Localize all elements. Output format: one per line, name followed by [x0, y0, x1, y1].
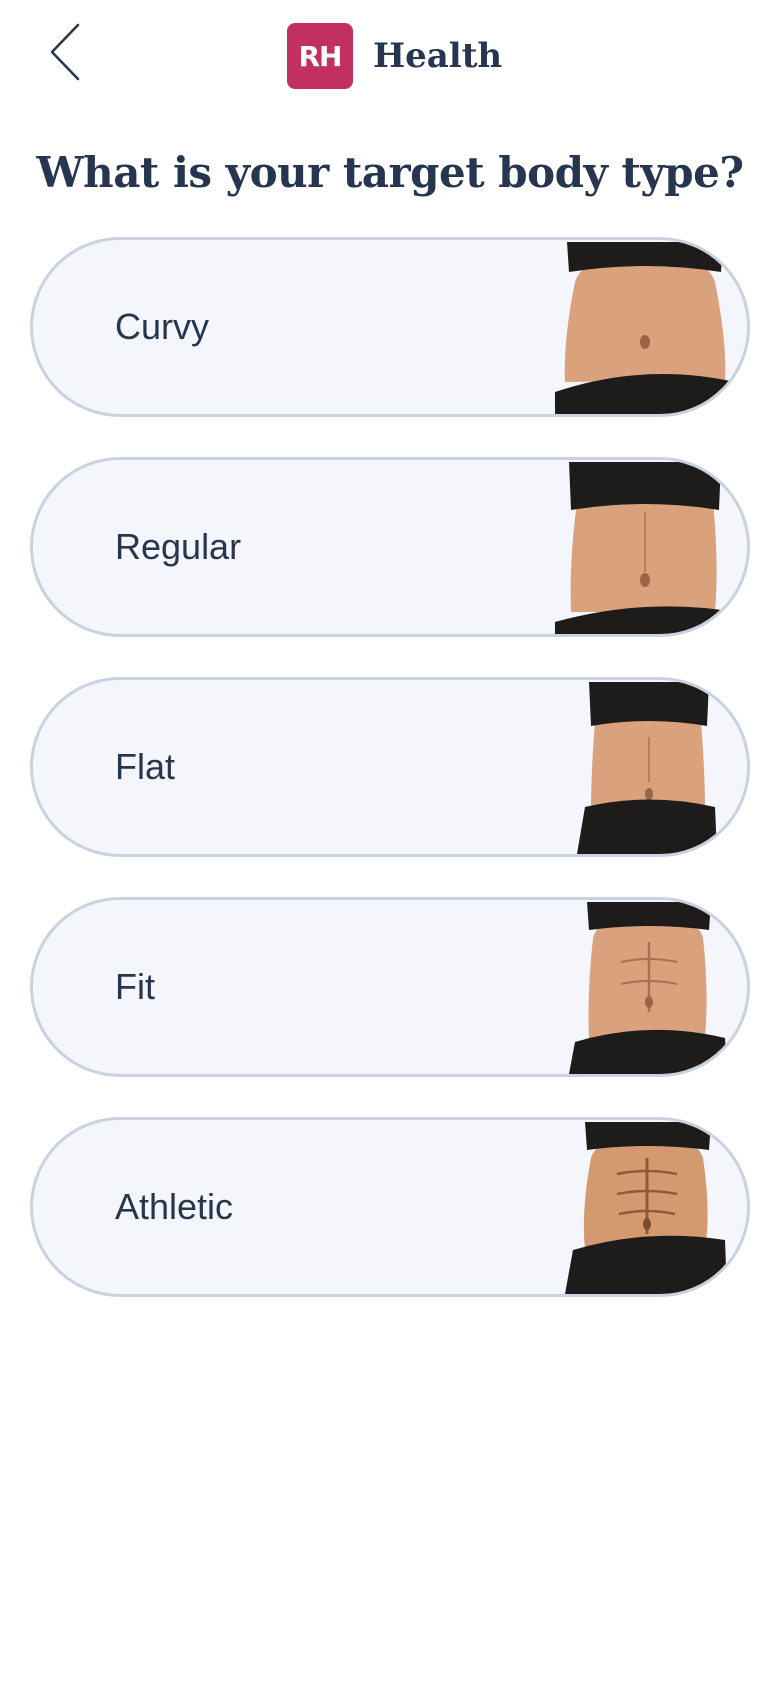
option-label: Athletic — [115, 1186, 234, 1227]
option-label: Flat — [115, 746, 176, 787]
athletic-torso-image — [555, 1122, 735, 1294]
option-fit[interactable]: Fit — [30, 897, 750, 1077]
flat-torso-image — [555, 682, 735, 854]
page-title: What is your target body type? — [36, 148, 745, 197]
brand: RH Health — [287, 23, 502, 89]
regular-torso-image — [555, 462, 735, 634]
body-type-options: Curvy Regular Flat Fit Athletic — [30, 237, 750, 1337]
option-label: Fit — [115, 966, 155, 1007]
curvy-torso-image — [555, 242, 735, 414]
option-flat[interactable]: Flat — [30, 677, 750, 857]
option-regular[interactable]: Regular — [30, 457, 750, 637]
option-label: Regular — [115, 526, 242, 567]
brand-logo: RH — [287, 23, 353, 89]
back-button[interactable] — [40, 22, 88, 86]
body-type-screen: RH Health What is your target body type?… — [0, 0, 780, 1688]
option-curvy[interactable]: Curvy — [30, 237, 750, 417]
option-athletic[interactable]: Athletic — [30, 1117, 750, 1297]
app-name: Health — [373, 36, 503, 76]
option-label: Curvy — [115, 306, 210, 347]
chevron-left-icon — [46, 21, 82, 88]
header: RH Health — [0, 0, 780, 112]
fit-torso-image — [555, 902, 735, 1074]
